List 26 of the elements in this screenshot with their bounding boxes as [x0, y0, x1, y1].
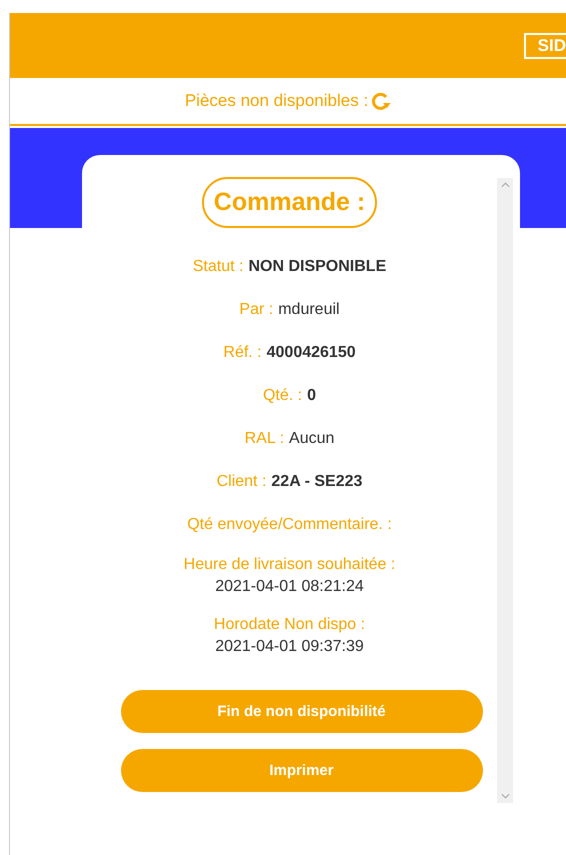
- field-value: 22A - SE223: [271, 472, 362, 490]
- field-value: 2021-04-01 09:37:39: [215, 638, 364, 656]
- app-badge: SID: [524, 32, 566, 58]
- field-label: Statut :: [192, 258, 244, 276]
- field-label: Heure de livraison souhaitée :: [184, 556, 396, 574]
- scroll-up-icon[interactable]: [500, 182, 510, 188]
- field-value: NON DISPONIBLE: [248, 258, 386, 276]
- action-button[interactable]: Fin de non disponibilité: [120, 690, 482, 733]
- refresh-icon[interactable]: [371, 91, 392, 111]
- field-value: 2021-04-01 08:21:24: [215, 578, 364, 596]
- scrollbar[interactable]: [497, 178, 513, 803]
- scroll-down-icon[interactable]: [500, 793, 510, 799]
- field-label: Horodate Non dispo :: [214, 616, 366, 634]
- field-value: mdureuil: [278, 300, 340, 318]
- order-title: Commande :: [202, 177, 378, 228]
- field-label: Client :: [216, 472, 266, 490]
- field-label: Qté envoyée/Commentaire. :: [187, 516, 392, 534]
- action-button[interactable]: Imprimer: [120, 749, 482, 792]
- page-title: Pièces non disponibles :: [184, 91, 368, 111]
- field-value: 0: [307, 386, 316, 404]
- field-label: Par :: [239, 300, 274, 318]
- field-label: Réf. :: [223, 344, 262, 362]
- field-label: Qté. :: [262, 386, 302, 404]
- field-value: Aucun: [289, 430, 334, 448]
- field-label: RAL :: [244, 430, 284, 448]
- field-value: 4000426150: [266, 344, 356, 362]
